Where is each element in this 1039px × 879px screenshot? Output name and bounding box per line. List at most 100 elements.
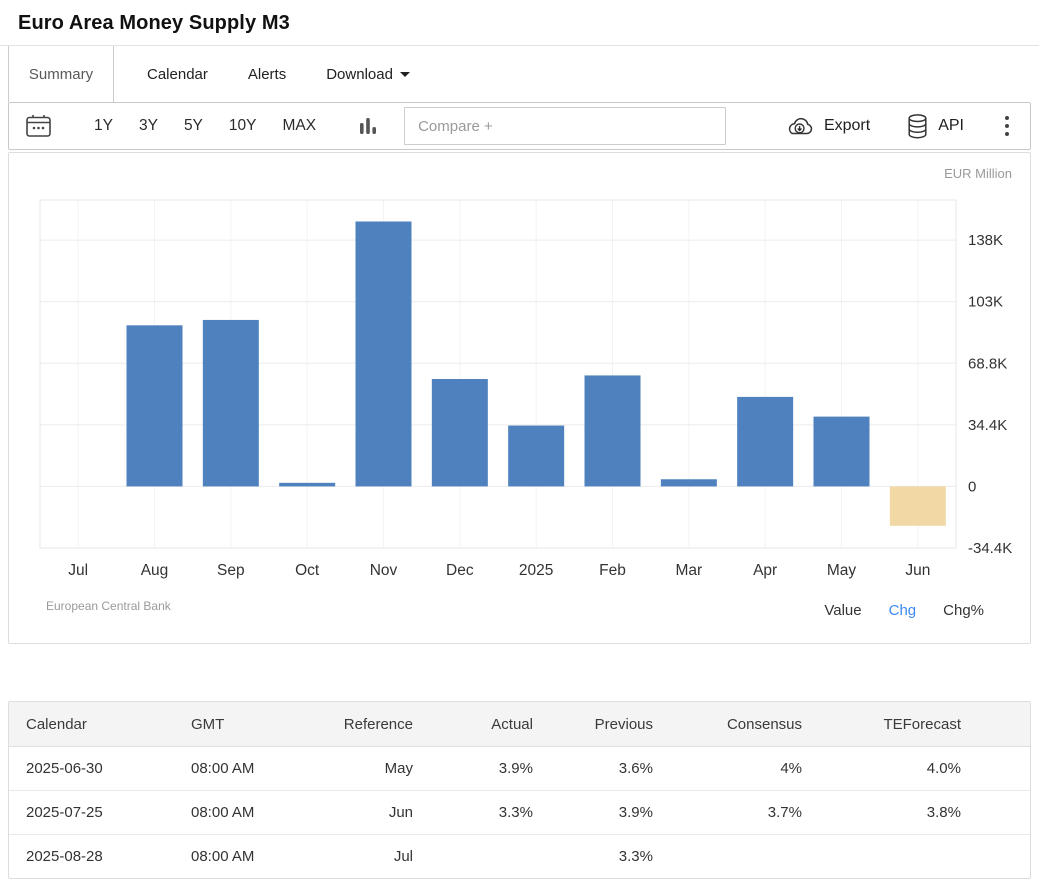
table-cell: 3.8% xyxy=(816,790,1030,835)
table-cell xyxy=(427,835,547,879)
money-supply-bar-chart[interactable]: 138K 103K 68.8K 34.4K 0 -34.4K Jul Aug Sep Oct Nov… xyxy=(9,189,1032,581)
bar[interactable] xyxy=(126,325,183,487)
x-tick-label: Feb xyxy=(599,562,626,579)
export-label: Export xyxy=(823,117,871,134)
table-header-row: Calendar GMT Reference Actual Previous Consen… xyxy=(9,702,1030,747)
x-tick-label: Apr xyxy=(753,562,777,579)
calendar-icon xyxy=(26,115,51,137)
bar-chart-icon xyxy=(360,118,377,134)
table-cell: May xyxy=(317,746,427,791)
table-cell: 08:00 AM xyxy=(174,790,317,835)
range-3y[interactable]: 3Y xyxy=(139,117,158,135)
table-cell: 3.3% xyxy=(427,790,547,835)
x-tick-label: 2025 xyxy=(519,562,553,579)
tab-summary[interactable]: Summary xyxy=(8,46,114,102)
y-tick-label: 68.8K xyxy=(968,355,1007,372)
range-buttons: 1Y 3Y 5Y 10Y MAX xyxy=(94,117,316,135)
range-1y[interactable]: 1Y xyxy=(94,117,113,135)
table-row[interactable]: 2025-07-25 08:00 AM Jun 3.3% 3.9% 3.7% 3.8% xyxy=(9,790,1030,835)
range-max[interactable]: MAX xyxy=(283,117,317,135)
x-tick-label: Mar xyxy=(675,562,702,579)
y-tick-label: 34.4K xyxy=(968,417,1007,434)
page: Euro Area Money Supply M3 Summary Calend… xyxy=(0,0,1039,879)
tab-alerts[interactable]: Alerts xyxy=(228,46,306,102)
column-header: Previous xyxy=(547,702,667,747)
calendar-table-card: Calendar GMT Reference Actual Previous Consen… xyxy=(8,701,1031,879)
page-title: Euro Area Money Supply M3 xyxy=(18,12,290,34)
bar[interactable] xyxy=(279,482,336,487)
x-tick-label: Jun xyxy=(905,562,930,579)
bar[interactable] xyxy=(508,425,565,487)
tab-download-label: Download xyxy=(326,65,393,83)
toolbar-right: Export API xyxy=(784,113,1014,140)
bar[interactable] xyxy=(660,479,717,487)
api-button[interactable]: API xyxy=(906,113,964,140)
x-tick-label: May xyxy=(827,562,857,579)
tab-calendar[interactable]: Calendar xyxy=(127,46,228,102)
page-header: Euro Area Money Supply M3 xyxy=(0,0,1039,46)
x-tick-label: Nov xyxy=(370,562,398,579)
api-label: API xyxy=(938,117,964,134)
y-axis-unit-label: EUR Million xyxy=(944,166,1012,181)
table-cell: 3.6% xyxy=(547,746,667,791)
column-header: Calendar xyxy=(9,702,174,747)
table-cell: 08:00 AM xyxy=(174,746,317,791)
y-tick-label: 0 xyxy=(968,478,976,495)
table-row[interactable]: 2025-06-30 08:00 AM May 3.9% 3.6% 4% 4.0% xyxy=(9,746,1030,791)
toggle-value[interactable]: Value xyxy=(824,602,861,619)
table-cell: Jun xyxy=(317,790,427,835)
chart-type-button[interactable] xyxy=(358,115,378,137)
chart-card: EUR Million 138K 103K 68.8K 34.4K 0 -34.4K Jul… xyxy=(8,152,1031,644)
more-options-button[interactable] xyxy=(1004,114,1010,138)
x-tick-label: Sep xyxy=(217,562,245,579)
x-tick-label: Jul xyxy=(68,562,88,579)
chart-toolbar: 1Y 3Y 5Y 10Y MAX Export xyxy=(8,102,1031,150)
tab-alerts-label: Alerts xyxy=(247,65,287,83)
table-cell: 4.0% xyxy=(816,746,1030,791)
tab-summary-label: Summary xyxy=(28,65,94,83)
toggle-chg-pct[interactable]: Chg% xyxy=(943,602,984,619)
table-cell: 4% xyxy=(667,746,816,791)
table-cell: 3.9% xyxy=(427,746,547,791)
y-tick-label: -34.4K xyxy=(968,540,1012,557)
x-tick-label: Oct xyxy=(295,562,320,579)
table-cell: 2025-07-25 xyxy=(9,790,174,835)
kebab-menu-icon xyxy=(1005,116,1009,136)
forecast-bar[interactable] xyxy=(889,486,946,526)
calendar-range-button[interactable] xyxy=(25,113,52,139)
table-cell: 3.3% xyxy=(618,848,653,865)
table-cell: 2025-08-28 xyxy=(26,848,103,865)
tab-calendar-label: Calendar xyxy=(147,65,208,83)
tab-download[interactable]: Download xyxy=(306,46,430,102)
table-cell: Jul xyxy=(393,848,413,865)
column-header: TEForecast xyxy=(816,702,1030,747)
table-cell xyxy=(816,835,1030,879)
bar[interactable] xyxy=(431,379,488,487)
compare-input[interactable] xyxy=(404,107,727,145)
bar[interactable] xyxy=(584,375,641,487)
x-tick-label: Dec xyxy=(446,562,474,579)
table-cell: 3.7% xyxy=(667,790,816,835)
cloud-download-icon xyxy=(788,117,813,134)
range-5y[interactable]: 5Y xyxy=(184,117,203,135)
bar[interactable] xyxy=(355,221,412,487)
bar[interactable] xyxy=(737,396,794,487)
table-cell xyxy=(667,835,816,879)
bar[interactable] xyxy=(202,319,259,487)
database-icon xyxy=(908,113,927,138)
tab-bar: Summary Calendar Alerts Download xyxy=(0,46,1039,102)
series-toggles: Value Chg Chg% xyxy=(824,602,984,619)
column-header: Consensus xyxy=(667,702,816,747)
caret-down-icon xyxy=(399,71,410,77)
calendar-table: Calendar GMT Reference Actual Previous Consen… xyxy=(9,702,1030,878)
table-cell: 2025-06-30 xyxy=(9,746,174,791)
export-button[interactable]: Export xyxy=(784,115,870,138)
table-cell: 3.9% xyxy=(547,790,667,835)
y-tick-label: 103K xyxy=(968,294,1003,311)
toggle-chg[interactable]: Chg xyxy=(889,602,917,619)
table-cell: 08:00 AM xyxy=(191,848,255,865)
table-row[interactable]: 2025-08-28 08:00 AM Jul 3.3% xyxy=(9,835,1030,879)
range-10y[interactable]: 10Y xyxy=(229,117,257,135)
bar[interactable] xyxy=(813,416,870,487)
column-header: GMT xyxy=(174,702,317,747)
